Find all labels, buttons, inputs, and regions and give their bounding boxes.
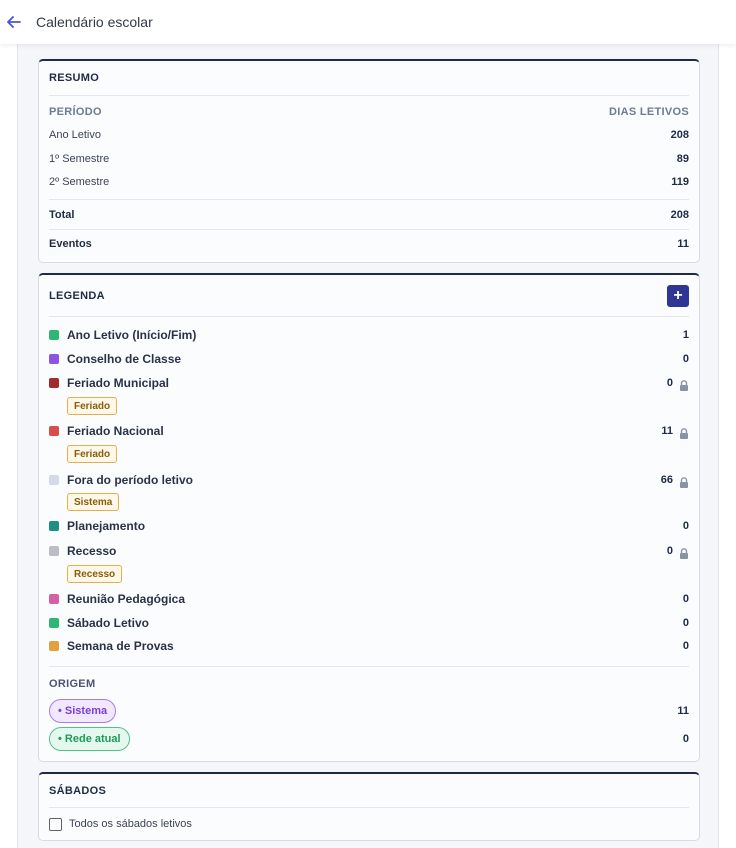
legend-item-count: 0 — [682, 593, 689, 605]
type-tag: Recesso — [67, 565, 123, 583]
legend-item[interactable]: Recesso 0 — [49, 541, 689, 561]
color-swatch — [49, 354, 59, 364]
origem-title: ORIGEM — [49, 678, 96, 690]
legend-item-count: 0 — [682, 520, 689, 532]
origin-rede-pill[interactable]: • Rede atual — [49, 727, 130, 751]
color-swatch — [49, 475, 59, 485]
origem-row: • Sistema 11 — [49, 698, 689, 724]
origem-header: ORIGEM — [49, 675, 689, 693]
legend-item-count: 11 — [661, 425, 673, 437]
legend-item[interactable]: Sábado Letivo 0 — [49, 613, 689, 633]
origin-count: 11 — [677, 705, 689, 717]
col-periodo: PERÍODO — [49, 106, 102, 118]
sabados-option: Todos os sábados letivos — [49, 815, 689, 833]
legend-item-label: Fora do período letivo — [67, 473, 194, 487]
lock-icon — [679, 546, 689, 559]
legend-item[interactable]: Planejamento 0 — [49, 516, 689, 536]
legend-item[interactable]: Ano Letivo (Início/Fim) 1 — [49, 325, 689, 345]
resumo-title: RESUMO — [49, 72, 100, 84]
top-bar: Calendário escolar — [0, 0, 736, 44]
color-swatch — [49, 594, 59, 604]
color-swatch — [49, 618, 59, 628]
resumo-row-value: 208 — [670, 129, 689, 141]
total-label: Total — [49, 209, 75, 221]
divider — [49, 199, 689, 200]
resumo-total-row: Total 208 — [49, 205, 689, 225]
resumo-column-headers: PERÍODO DIAS LETIVOS — [49, 103, 689, 121]
resumo-row-label: 2º Semestre — [49, 176, 110, 188]
resumo-card: RESUMO PERÍODO DIAS LETIVOS Ano Letivo 2… — [38, 59, 700, 263]
color-swatch — [49, 546, 59, 556]
color-swatch — [49, 521, 59, 531]
resumo-row: 1º Semestre 89 — [49, 150, 689, 168]
lock-icon — [679, 378, 689, 391]
type-tag: Feriado — [67, 397, 118, 415]
all-saturdays-checkbox[interactable] — [49, 817, 62, 831]
page-content: RESUMO PERÍODO DIAS LETIVOS Ano Letivo 2… — [17, 44, 719, 848]
origem-row: • Rede atual 0 — [49, 726, 689, 752]
legend-item-label: Feriado Municipal — [67, 376, 170, 390]
resumo-row: Ano Letivo 208 — [49, 126, 689, 144]
all-saturdays-label[interactable]: Todos os sábados letivos — [69, 818, 192, 830]
legend-item-label: Semana de Provas — [67, 639, 174, 653]
legend-item[interactable]: Conselho de Classe 0 — [49, 349, 689, 369]
eventos-value: 11 — [677, 238, 689, 250]
resumo-row-value: 119 — [671, 176, 689, 188]
lock-icon — [679, 475, 689, 488]
divider — [49, 666, 689, 667]
color-swatch — [49, 378, 59, 388]
legend-item-count: 0 — [682, 640, 689, 652]
add-legend-button[interactable]: + — [667, 284, 689, 307]
legend-item-label: Recesso — [67, 544, 117, 558]
resumo-row-value: 89 — [676, 153, 689, 165]
legend-item-count: 0 — [682, 617, 689, 629]
legend-item-count: 1 — [682, 329, 689, 341]
legend-item[interactable]: Reunião Pedagógica 0 — [49, 589, 689, 609]
lock-icon — [679, 426, 689, 439]
legend-item-label: Planejamento — [67, 519, 146, 533]
legend-item-label: Ano Letivo (Início/Fim) — [67, 328, 197, 342]
col-dias-letivos: DIAS LETIVOS — [609, 106, 689, 118]
resumo-row-label: Ano Letivo — [49, 129, 101, 141]
legend-item-count: 0 — [682, 353, 689, 365]
color-swatch — [49, 426, 59, 436]
legend-item[interactable]: Feriado Municipal 0 — [49, 373, 689, 393]
legenda-header: LEGENDA + — [49, 275, 689, 317]
sabados-header: SÁBADOS — [49, 774, 689, 808]
legend-item-count: 0 — [666, 377, 673, 389]
type-tag: Feriado — [67, 445, 118, 463]
back-arrow-icon[interactable] — [6, 14, 22, 30]
resumo-row: 2º Semestre 119 — [49, 173, 689, 191]
resumo-row-label: 1º Semestre — [49, 153, 110, 165]
legend-item-count: 0 — [666, 545, 673, 557]
legend-item-label: Feriado Nacional — [67, 424, 164, 438]
legenda-card: LEGENDA + Ano Letivo (Início/Fim) 1 Cons… — [38, 273, 700, 762]
origin-sistema-pill[interactable]: • Sistema — [49, 699, 117, 723]
legenda-title: LEGENDA — [49, 289, 105, 302]
divider — [49, 229, 689, 230]
legend-item[interactable]: Feriado Nacional 11 — [49, 421, 689, 441]
legend-item-label: Sábado Letivo — [67, 616, 150, 630]
resumo-eventos-row: Eventos 11 — [49, 234, 689, 254]
legend-item[interactable]: Fora do período letivo 66 — [49, 470, 689, 490]
origin-count: 0 — [682, 733, 689, 745]
sabados-card: SÁBADOS Todos os sábados letivos — [38, 772, 700, 841]
legend-item-count: 66 — [660, 474, 673, 486]
legend-item-label: Reunião Pedagógica — [67, 592, 186, 606]
eventos-label: Eventos — [49, 238, 92, 250]
color-swatch — [49, 641, 59, 651]
legend-item-label: Conselho de Classe — [67, 352, 182, 366]
total-value: 208 — [670, 209, 689, 221]
page-title: Calendário escolar — [36, 14, 153, 30]
legend-item[interactable]: Semana de Provas 0 — [49, 636, 689, 656]
color-swatch — [49, 330, 59, 340]
resumo-header: RESUMO — [49, 61, 689, 96]
type-tag: Sistema — [67, 493, 120, 511]
sabados-title: SÁBADOS — [49, 784, 107, 797]
